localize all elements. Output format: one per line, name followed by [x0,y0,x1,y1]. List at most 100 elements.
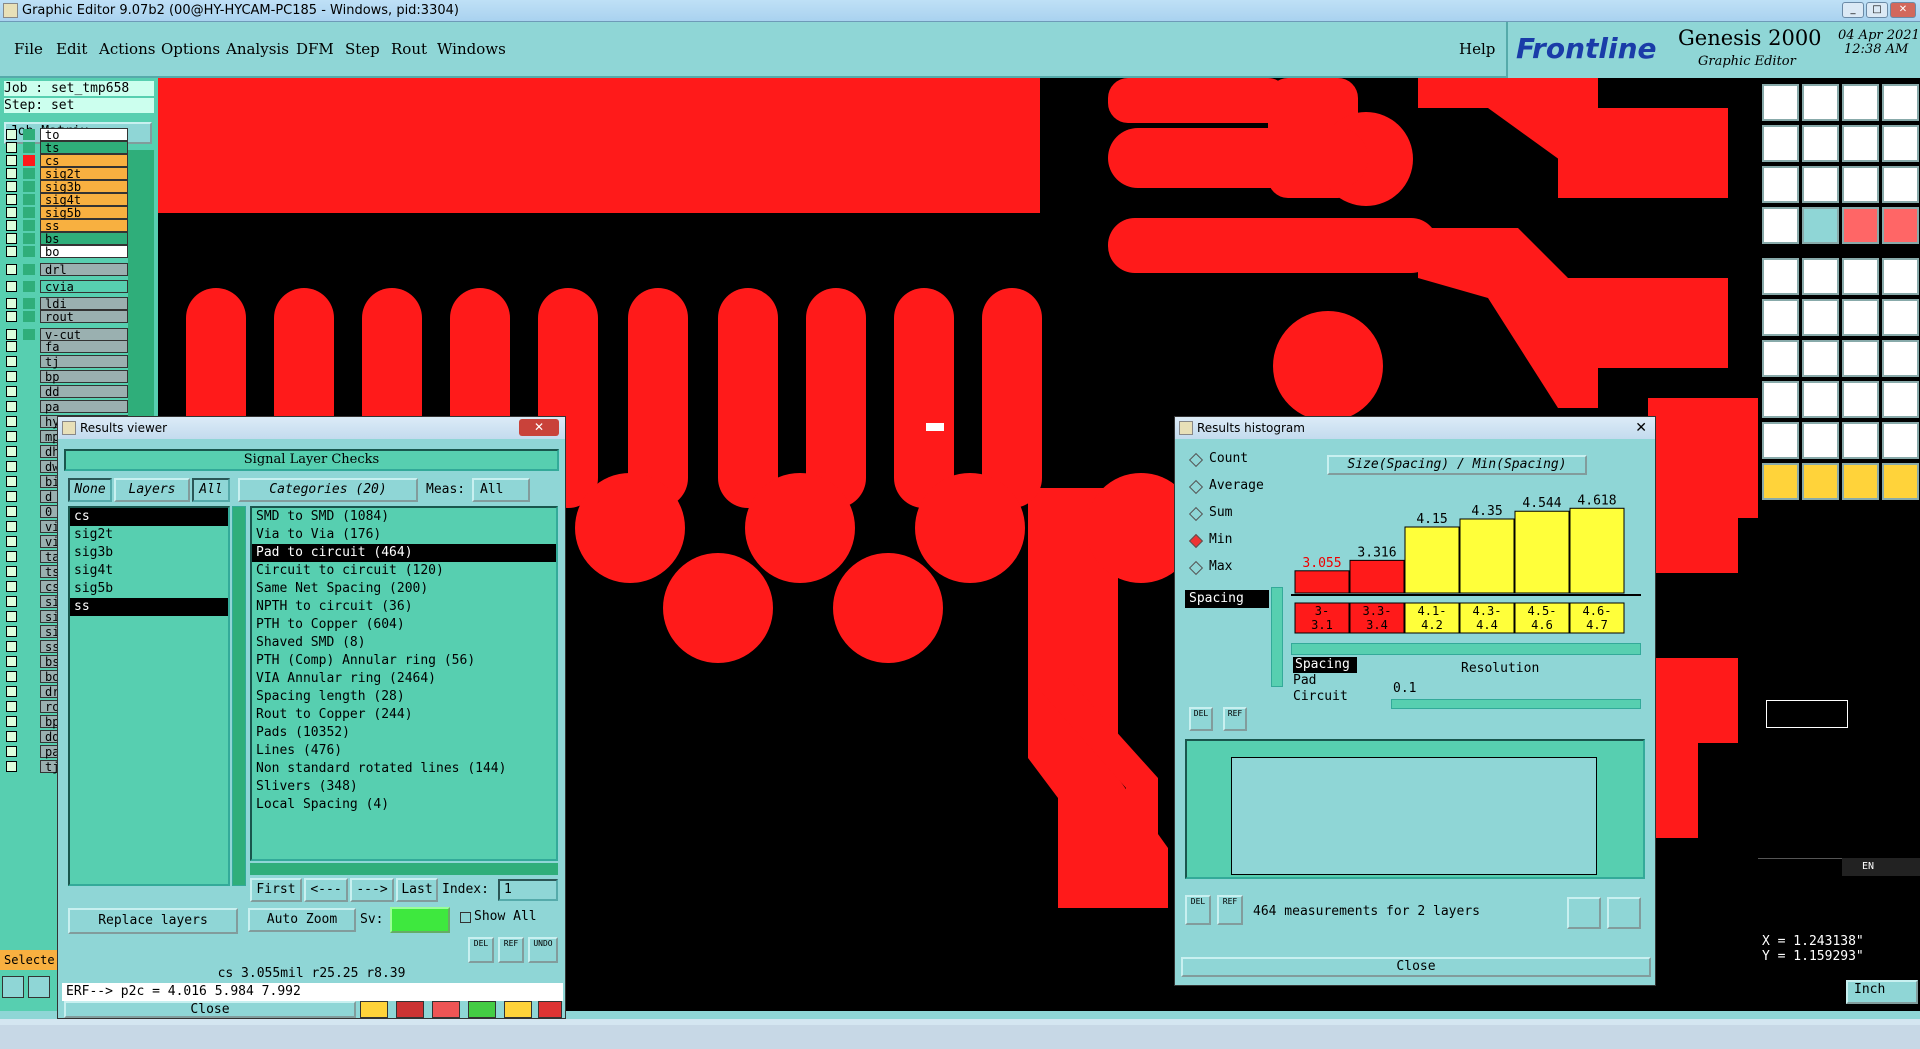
layer-row[interactable]: cs [6,154,128,168]
layer-checkbox[interactable] [6,731,17,742]
layer-color-swatch[interactable] [23,233,35,244]
layer-row[interactable]: sig4t [6,193,128,207]
layer-color-swatch[interactable] [23,142,35,153]
tool-button-icon[interactable] [1842,422,1879,459]
radio-diamond-icon[interactable] [1188,479,1204,495]
layer-row[interactable]: tj [6,355,128,369]
layer-checkbox[interactable] [6,341,17,352]
layer-row[interactable]: rout [6,310,128,324]
ime-lang[interactable]: EN [1842,858,1920,876]
layer-checkbox[interactable] [6,416,17,427]
results-close-button[interactable]: Close [64,1001,356,1018]
layer-checkbox[interactable] [6,746,17,757]
layer-name[interactable]: drl [40,263,128,277]
next-button[interactable]: ---> [350,878,394,902]
layer-checkbox[interactable] [6,220,17,231]
layer-color-swatch[interactable] [23,129,35,140]
tool-button-icon[interactable] [1842,207,1879,244]
tool-button-icon[interactable] [1882,84,1919,121]
radio-diamond-icon[interactable] [1188,560,1204,576]
radio-diamond-icon[interactable] [1188,506,1204,522]
layer-name[interactable]: sig4t [40,193,128,207]
last-button[interactable]: Last [396,878,438,902]
tool-button-icon[interactable] [1882,422,1919,459]
auto-zoom-dropdown[interactable]: Auto Zoom [248,908,356,932]
layer-checkbox[interactable] [6,551,17,562]
layer-checkbox[interactable] [6,761,17,772]
layer-color-swatch[interactable] [23,181,35,192]
tool-button-icon[interactable] [1802,381,1839,418]
layer-row[interactable]: to [6,128,128,142]
histogram-bar[interactable] [1294,570,1350,594]
layer-color-swatch[interactable] [23,207,35,218]
tool-button-icon[interactable] [1762,463,1799,500]
category-list-item[interactable]: Slivers (348) [252,778,556,796]
maximize-icon[interactable]: □ [1866,2,1888,18]
select-tool-icon[interactable] [2,976,24,998]
chart-hscrollbar[interactable] [1291,643,1641,655]
index-input[interactable]: 1 [498,879,558,901]
layer-row[interactable]: sig3b [6,180,128,194]
layer-list-item[interactable]: sig2t [70,526,228,544]
tool-button-icon[interactable] [1842,258,1879,295]
measure-list-item[interactable]: Spacing [1185,590,1269,608]
tool-button-icon[interactable] [1882,125,1919,162]
report-icon[interactable] [360,1001,388,1018]
tool-button-icon[interactable] [1842,84,1879,121]
tool-button-icon[interactable] [1882,166,1919,203]
layer-row[interactable]: ss [6,219,128,233]
layer-checkbox[interactable] [6,386,17,397]
layer-row[interactable]: sig2t [6,167,128,181]
layer-checkbox[interactable] [6,701,17,712]
layer-checkbox[interactable] [6,431,17,442]
category-hscrollbar[interactable] [250,863,558,875]
tool-button-icon[interactable] [1762,422,1799,459]
layer-checkbox[interactable] [6,155,17,166]
layer-checkbox[interactable] [6,281,17,292]
tool-button-icon[interactable] [1762,258,1799,295]
tool-button-icon[interactable] [1842,463,1879,500]
layer-color-swatch[interactable] [23,329,35,340]
category-list-item[interactable]: Pad to circuit (464) [252,544,556,562]
sub-list-item[interactable]: Pad [1293,673,1357,689]
tool-button-icon[interactable] [1802,299,1839,336]
histogram-close-icon[interactable]: ✕ [1635,417,1647,439]
layer-checkbox[interactable] [6,129,17,140]
tool-button-icon[interactable] [1882,340,1919,377]
show-all-checkbox[interactable] [460,912,471,923]
layer-checkbox[interactable] [6,207,17,218]
category-list-item[interactable]: SMD to SMD (1084) [252,508,556,526]
layer-row[interactable]: ldi [6,297,128,311]
layer-name[interactable]: bs [40,232,128,246]
tool-button-icon[interactable] [1762,84,1799,121]
histogram-bar[interactable] [1459,518,1515,594]
layer-name[interactable]: rout [40,310,128,324]
tool-button-icon[interactable] [1882,381,1919,418]
hist-del-small-button[interactable]: DEL [1189,707,1213,731]
menu-options[interactable]: Options [161,40,220,58]
layer-checkbox[interactable] [6,641,17,652]
layer-list-scrollbar[interactable] [232,506,246,886]
layer-checkbox[interactable] [6,329,17,340]
layer-checkbox[interactable] [6,491,17,502]
layer-row[interactable]: dd [6,385,128,399]
category-list-item[interactable]: Same Net Spacing (200) [252,580,556,598]
tool-button-icon[interactable] [1842,299,1879,336]
categories-button[interactable]: Categories (20) [238,478,418,502]
category-list-item[interactable]: Spacing length (28) [252,688,556,706]
sub-list-item[interactable]: Spacing [1293,657,1357,673]
tool-button-icon[interactable] [1762,340,1799,377]
menu-rout[interactable]: Rout [391,40,427,58]
tool-button-icon[interactable] [1882,299,1919,336]
hist-ref-small-button[interactable]: REF [1223,707,1247,731]
layer-checkbox[interactable] [6,298,17,309]
category-list-item[interactable]: Pads (10352) [252,724,556,742]
tool-button-icon[interactable] [1802,258,1839,295]
filter-icon[interactable] [432,1001,460,1018]
tool-button-icon[interactable] [1762,166,1799,203]
layer-checkbox[interactable] [6,596,17,607]
menu-step[interactable]: Step [345,40,380,58]
layer-name[interactable]: ts [40,141,128,155]
histogram-bar[interactable] [1349,559,1405,594]
layer-checkbox[interactable] [6,446,17,457]
